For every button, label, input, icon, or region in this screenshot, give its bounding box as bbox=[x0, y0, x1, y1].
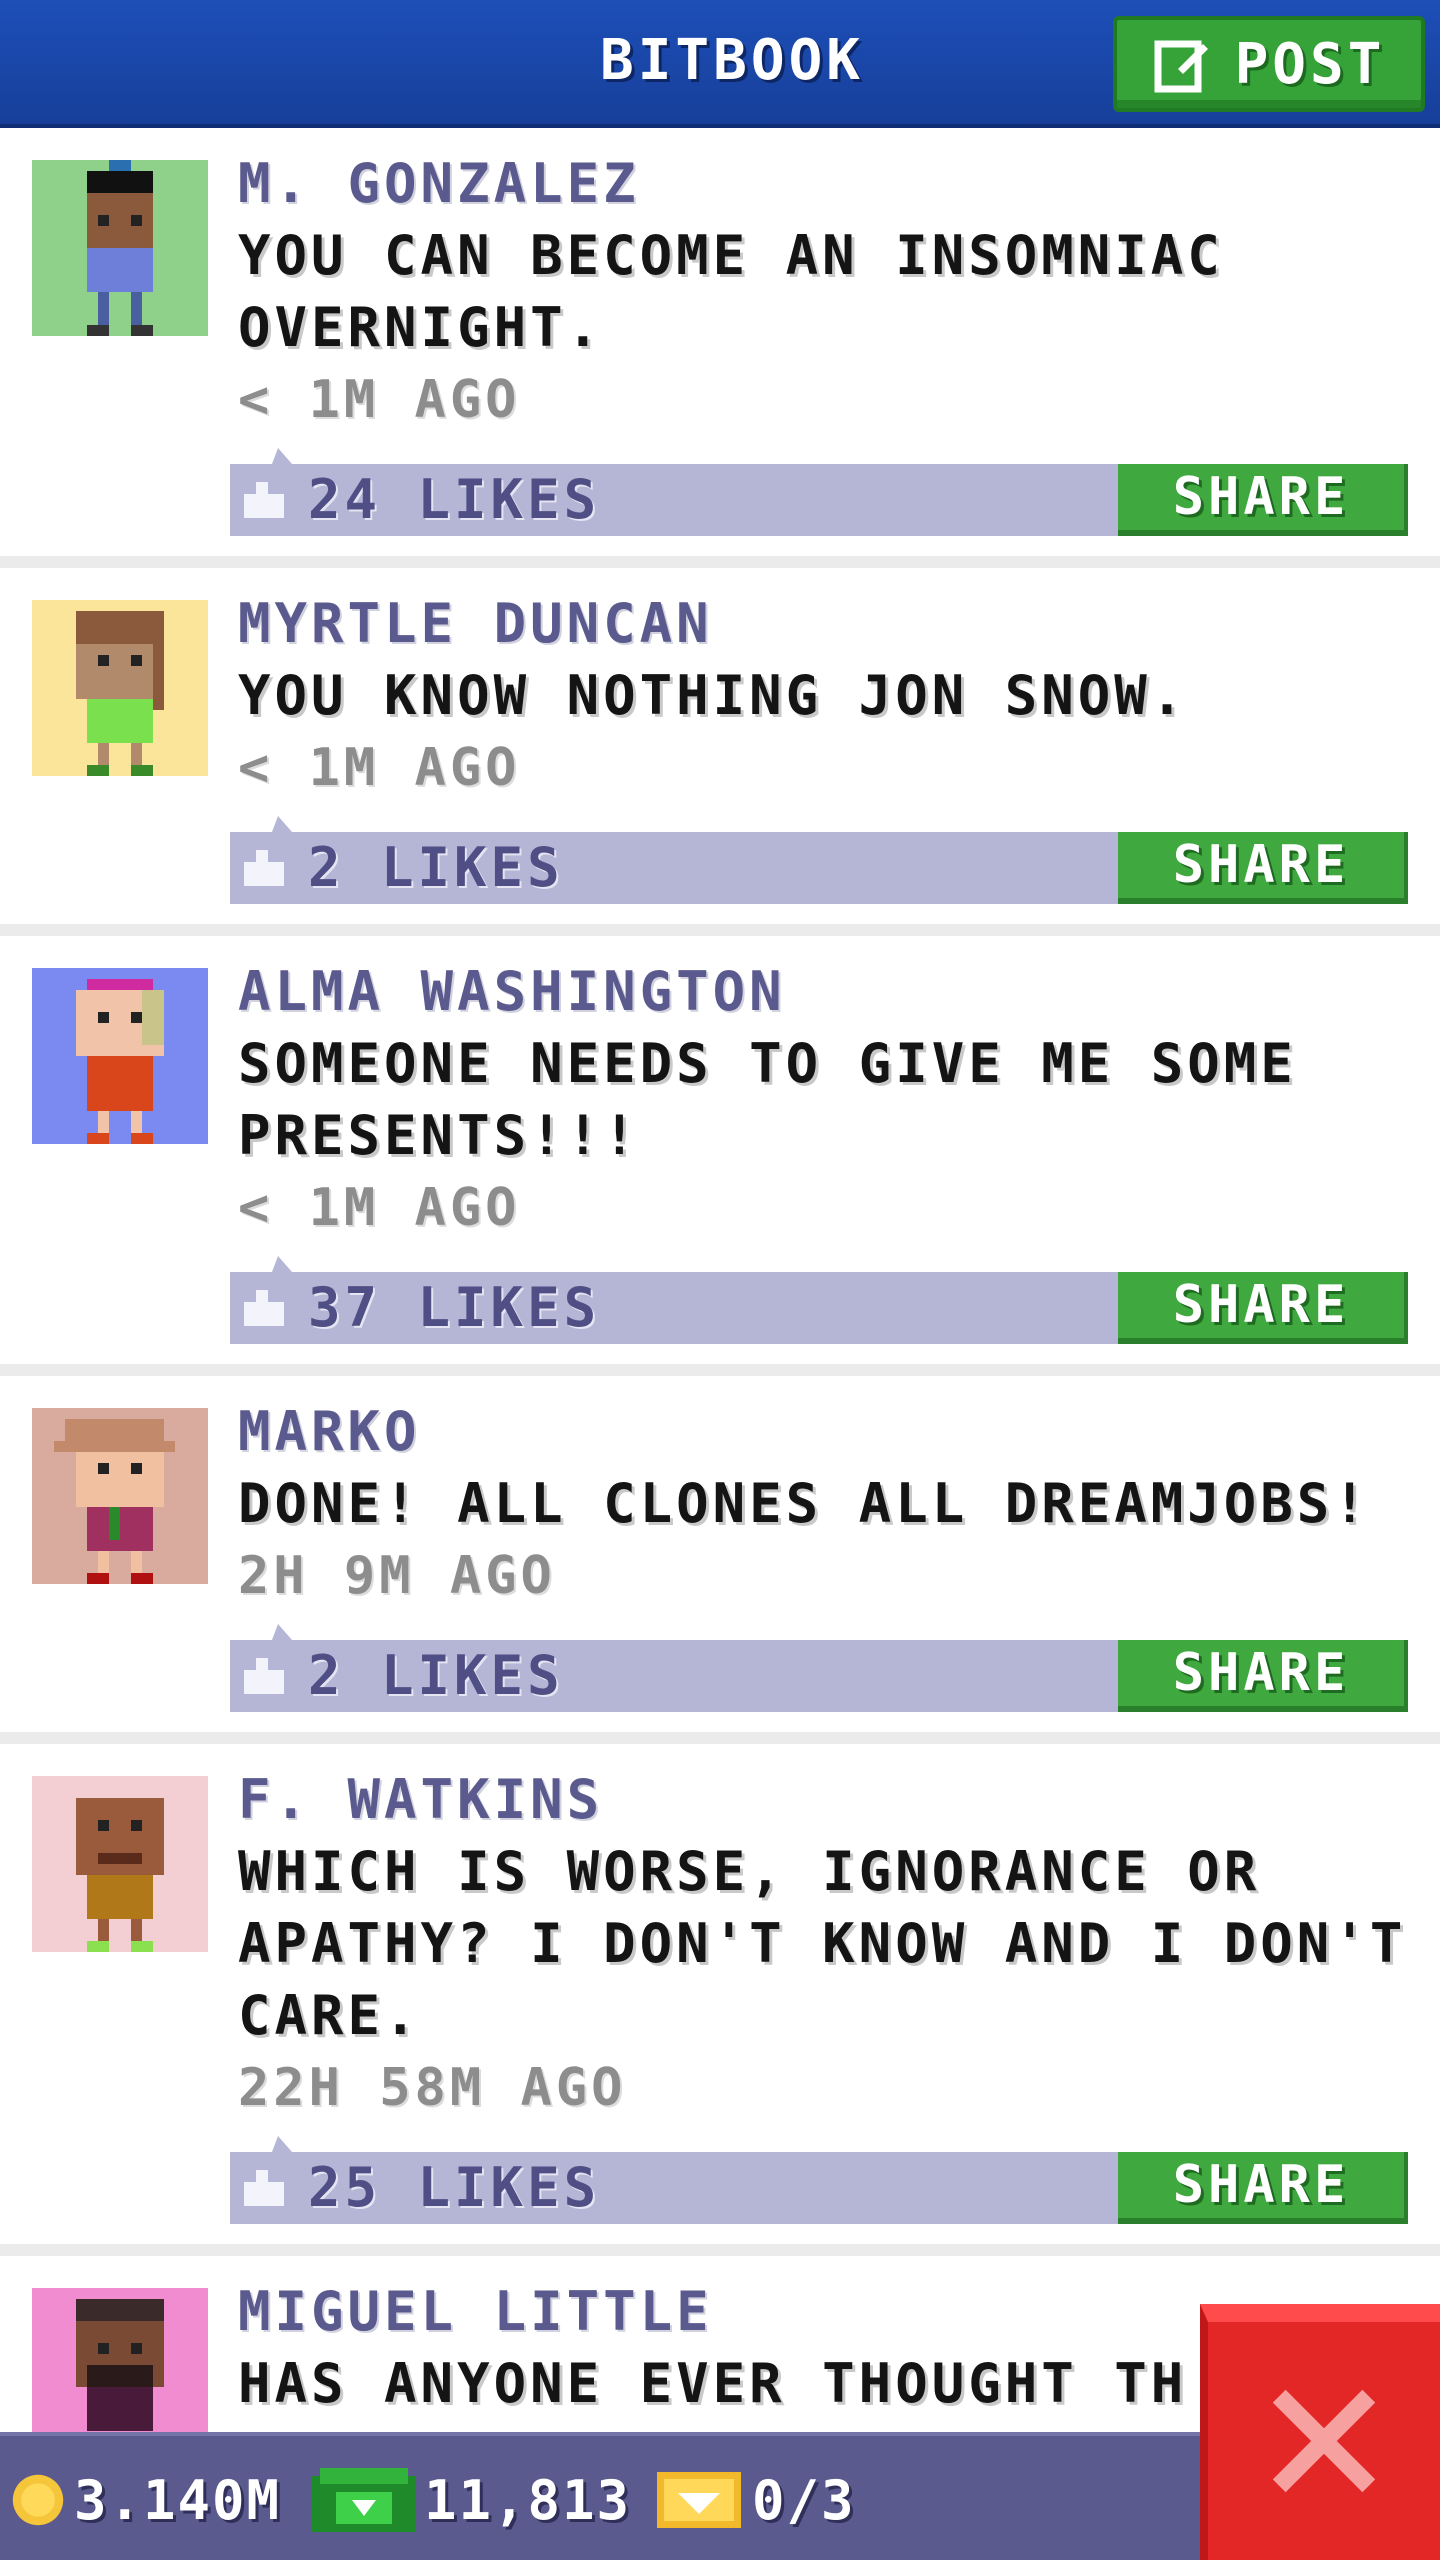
share-button[interactable]: SHARE bbox=[1118, 832, 1408, 904]
character-sprite-icon bbox=[76, 611, 164, 776]
likes-bar: 25 LIKES SHARE bbox=[230, 2152, 1408, 2224]
feed-post: ALMA WASHINGTON SOMEONE NEEDS TO GIVE ME… bbox=[0, 936, 1440, 1364]
divider bbox=[0, 924, 1440, 936]
post-author[interactable]: ALMA WASHINGTON bbox=[238, 956, 1410, 1028]
share-button[interactable]: SHARE bbox=[1118, 464, 1408, 536]
character-sprite-icon bbox=[54, 1419, 175, 1584]
close-icon bbox=[1272, 2389, 1376, 2493]
likes-bar: 2 LIKES SHARE bbox=[230, 1640, 1408, 1712]
cash-stat: 11,813 bbox=[312, 2436, 631, 2560]
ticket-icon bbox=[657, 2472, 741, 2528]
avatar bbox=[32, 160, 208, 336]
feed-post: M. GONZALEZ YOU CAN BECOME AN INSOMNIAC … bbox=[0, 128, 1440, 556]
post-feed: M. GONZALEZ YOU CAN BECOME AN INSOMNIAC … bbox=[0, 128, 1440, 2556]
post-content: MYRTLE DUNCAN YOU KNOW NOTHING JON SNOW.… bbox=[238, 588, 1410, 804]
app-header: BITBOOK POST bbox=[0, 0, 1440, 128]
post-time: 22H 58M AGO bbox=[238, 2058, 627, 2118]
likes-bar: 24 LIKES SHARE bbox=[230, 464, 1408, 536]
share-button[interactable]: SHARE bbox=[1118, 2152, 1408, 2224]
post-message: SOMEONE NEEDS TO GIVE ME SOME PRESENTS!!… bbox=[238, 1032, 1297, 1167]
post-message: WHICH IS WORSE, IGNORANCE OR APATHY? I D… bbox=[238, 1840, 1407, 2047]
post-message: DONE! ALL CLONES ALL DREAMJOBS! bbox=[238, 1472, 1370, 1535]
post-content: ALMA WASHINGTON SOMEONE NEEDS TO GIVE ME… bbox=[238, 956, 1410, 1244]
post-button-label: POST bbox=[1234, 31, 1386, 97]
feed-post: MYRTLE DUNCAN YOU KNOW NOTHING JON SNOW.… bbox=[0, 568, 1440, 924]
thumbs-up-icon bbox=[244, 2170, 284, 2206]
avatar bbox=[32, 968, 208, 1144]
divider bbox=[0, 556, 1440, 568]
post-author[interactable]: F. WATKINS bbox=[238, 1764, 1410, 1836]
coins-stat: 3.140M bbox=[10, 2436, 281, 2560]
post-time: < 1M AGO bbox=[238, 1178, 521, 1238]
post-content: MARKO DONE! ALL CLONES ALL DREAMJOBS! 2H… bbox=[238, 1396, 1410, 1612]
feed-post: MARKO DONE! ALL CLONES ALL DREAMJOBS! 2H… bbox=[0, 1376, 1440, 1732]
tickets-value: 0/3 bbox=[752, 2468, 856, 2532]
likes-bar: 2 LIKES SHARE bbox=[230, 832, 1408, 904]
character-sprite-icon bbox=[76, 979, 164, 1144]
likes-count: 2 LIKES bbox=[308, 836, 564, 899]
coin-icon bbox=[12, 2474, 64, 2526]
divider bbox=[0, 1364, 1440, 1376]
post-author[interactable]: MARKO bbox=[238, 1396, 1410, 1468]
thumbs-up-icon bbox=[244, 1290, 284, 1326]
avatar bbox=[32, 600, 208, 776]
post-content: F. WATKINS WHICH IS WORSE, IGNORANCE OR … bbox=[238, 1764, 1410, 2124]
post-content: M. GONZALEZ YOU CAN BECOME AN INSOMNIAC … bbox=[238, 148, 1410, 436]
thumbs-up-icon bbox=[244, 1658, 284, 1694]
post-author[interactable]: M. GONZALEZ bbox=[238, 148, 1410, 220]
likes-bar: 37 LIKES SHARE bbox=[230, 1272, 1408, 1344]
post-time: 2H 9M AGO bbox=[238, 1546, 556, 1606]
app-title: BITBOOK bbox=[600, 28, 865, 93]
close-button[interactable] bbox=[1200, 2304, 1440, 2560]
avatar bbox=[32, 1776, 208, 1952]
coins-value: 3.140M bbox=[74, 2468, 282, 2532]
tickets-stat: 0/3 bbox=[654, 2436, 856, 2560]
post-time: < 1M AGO bbox=[238, 738, 521, 798]
cash-icon bbox=[312, 2468, 416, 2532]
divider bbox=[0, 1732, 1440, 1744]
likes-count: 2 LIKES bbox=[308, 1644, 564, 1707]
share-button[interactable]: SHARE bbox=[1118, 1640, 1408, 1712]
likes-count: 25 LIKES bbox=[308, 2156, 601, 2219]
thumbs-up-icon bbox=[244, 850, 284, 886]
post-button[interactable]: POST bbox=[1113, 16, 1425, 112]
share-button[interactable]: SHARE bbox=[1118, 1272, 1408, 1344]
edit-icon bbox=[1154, 40, 1208, 93]
thumbs-up-icon bbox=[244, 482, 284, 518]
character-sprite-icon bbox=[87, 160, 153, 336]
feed-post: F. WATKINS WHICH IS WORSE, IGNORANCE OR … bbox=[0, 1744, 1440, 2244]
likes-count: 37 LIKES bbox=[308, 1276, 601, 1339]
post-time: < 1M AGO bbox=[238, 370, 521, 430]
post-message: YOU KNOW NOTHING JON SNOW. bbox=[238, 664, 1188, 727]
post-message: YOU CAN BECOME AN INSOMNIAC OVERNIGHT. bbox=[238, 224, 1224, 359]
avatar bbox=[32, 1408, 208, 1584]
cash-value: 11,813 bbox=[424, 2468, 632, 2532]
post-author[interactable]: MYRTLE DUNCAN bbox=[238, 588, 1410, 660]
likes-count: 24 LIKES bbox=[308, 468, 601, 531]
character-sprite-icon bbox=[76, 1798, 164, 1952]
divider bbox=[0, 2244, 1440, 2256]
